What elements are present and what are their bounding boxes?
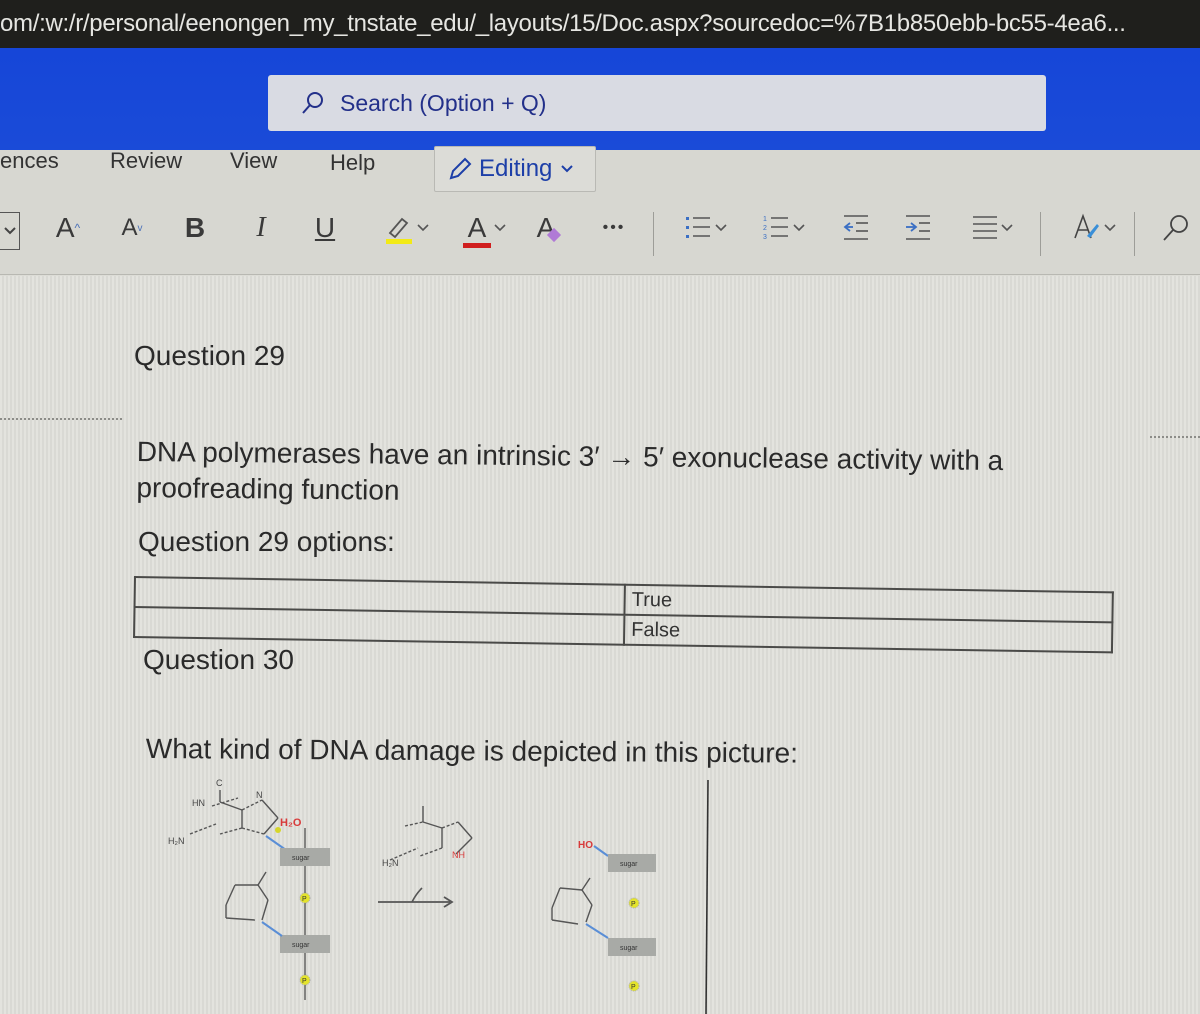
tab-help[interactable]: Help xyxy=(330,152,375,182)
increase-indent-icon xyxy=(906,215,930,240)
thymine-structure xyxy=(225,871,269,921)
shrink-font-icon: A xyxy=(121,214,138,241)
align-icon xyxy=(973,216,997,239)
table-border xyxy=(705,779,709,1014)
svg-text:2: 2 xyxy=(763,225,767,232)
reaction-arrow xyxy=(378,887,454,908)
svg-text:3: 3 xyxy=(763,234,767,241)
underline-button[interactable]: U xyxy=(310,208,340,248)
increase-indent-button[interactable] xyxy=(898,208,938,248)
styles-brush-icon xyxy=(1074,213,1099,239)
document-page[interactable]: Question 29 DNA polymerases have an intr… xyxy=(0,276,1200,1014)
font-color-icon: A xyxy=(467,212,487,243)
label-sugar: sugar xyxy=(620,945,638,952)
decrease-indent-icon xyxy=(843,215,868,240)
chevron-down-icon xyxy=(3,227,16,235)
more-icon: ••• xyxy=(602,219,626,236)
ribbon-divider xyxy=(1134,212,1135,256)
question-30-heading: Question 30 xyxy=(143,644,294,675)
shrink-font-button[interactable]: Av xyxy=(116,208,148,248)
grow-font-button[interactable]: A ^ xyxy=(50,208,86,248)
ribbon: ences Review View Help Editing A ^ Av B I… xyxy=(0,146,1200,275)
ribbon-divider xyxy=(653,212,654,256)
bulleted-list-icon xyxy=(686,217,710,238)
label-ho: HO xyxy=(578,840,593,851)
question-29-options-label: Question 29 options: xyxy=(138,526,395,557)
chevron-down-icon xyxy=(494,224,506,232)
search-icon xyxy=(302,92,323,114)
find-button[interactable] xyxy=(1152,208,1200,248)
option-select-cell[interactable] xyxy=(134,607,625,645)
clear-formatting-button[interactable]: A xyxy=(528,208,568,248)
ribbon-divider xyxy=(1040,212,1041,256)
find-icon xyxy=(1163,215,1188,241)
numbered-list-icon: 1 2 3 xyxy=(763,216,788,241)
bold-icon: B xyxy=(184,212,206,243)
attack-marker xyxy=(275,827,281,833)
search-placeholder: Search (Option + Q) xyxy=(340,89,547,116)
chevron-down-icon xyxy=(1104,224,1116,232)
section-divider xyxy=(0,418,122,420)
chevron-down-icon xyxy=(417,224,429,232)
question-29-heading: Question 29 xyxy=(134,340,285,371)
label-h2o: H₂O xyxy=(280,817,302,829)
tab-view[interactable]: View xyxy=(230,150,277,180)
grow-font-icon: A xyxy=(55,212,75,243)
more-options-button[interactable]: ••• xyxy=(594,208,634,248)
url-text: om/:w:/r/personal/eenongen_my_tnstate_ed… xyxy=(0,10,1126,37)
font-size-dropdown[interactable] xyxy=(0,212,20,250)
label-p: P xyxy=(302,978,307,985)
italic-icon: I xyxy=(256,212,266,243)
label-hn: HN xyxy=(192,798,205,808)
numbering-button[interactable]: 1 2 3 xyxy=(752,208,816,248)
decrease-indent-button[interactable] xyxy=(836,208,876,248)
label-p: P xyxy=(302,896,307,903)
chevron-down-icon xyxy=(715,224,727,232)
font-color-button[interactable]: A xyxy=(452,208,516,248)
chevron-down-icon xyxy=(1001,224,1013,232)
label-p: P xyxy=(631,901,636,908)
thymine-structure-2 xyxy=(551,877,593,925)
pencil-icon xyxy=(449,157,472,180)
highlight-button[interactable] xyxy=(374,208,438,248)
depurination-diagram: C HN N H₂N H₂O sugar sugar P P H₂N NH HO… xyxy=(168,778,709,1014)
editing-label: Editing xyxy=(479,155,553,182)
option-false[interactable]: False xyxy=(623,614,1113,653)
label-sugar: sugar xyxy=(620,861,638,868)
italic-button[interactable]: I xyxy=(246,208,276,248)
section-divider xyxy=(1150,436,1200,438)
label-nh: NH xyxy=(452,850,465,860)
search-input[interactable]: Search (Option + Q) xyxy=(268,75,1046,131)
glycosidic-bond xyxy=(265,835,287,851)
label-n: N xyxy=(256,790,263,800)
chevron-down-icon xyxy=(793,224,805,232)
guanine-structure xyxy=(189,790,279,835)
label-sugar: sugar xyxy=(292,942,310,949)
tab-references[interactable]: ences xyxy=(0,150,59,180)
question-30-text: What kind of DNA damage is depicted in t… xyxy=(145,732,799,769)
underline-icon: U xyxy=(314,212,336,243)
bold-button[interactable]: B xyxy=(180,208,210,248)
highlighter-icon xyxy=(386,217,412,244)
bullets-button[interactable] xyxy=(674,208,738,248)
app-header: Search (Option + Q) xyxy=(0,48,1200,150)
address-bar[interactable]: om/:w:/r/personal/eenongen_my_tnstate_ed… xyxy=(0,0,1200,48)
label-sugar: sugar xyxy=(292,855,310,862)
label-h2n: H₂N xyxy=(382,858,399,868)
question-29-options-table: True False xyxy=(133,576,1114,653)
question-29-text: DNA polymerases have an intrinsic 3′ → 5… xyxy=(136,435,1004,506)
label-h2n: H₂N xyxy=(168,836,185,846)
styles-button[interactable] xyxy=(1062,208,1126,248)
label-p: P xyxy=(631,984,636,991)
svg-text:1: 1 xyxy=(763,216,767,223)
chevron-down-icon xyxy=(561,165,574,173)
font-color-swatch xyxy=(463,243,491,248)
editing-mode-button[interactable]: Editing xyxy=(434,146,596,192)
align-button[interactable] xyxy=(960,208,1024,248)
label-c: C xyxy=(216,778,223,788)
tab-review[interactable]: Review xyxy=(110,150,182,180)
